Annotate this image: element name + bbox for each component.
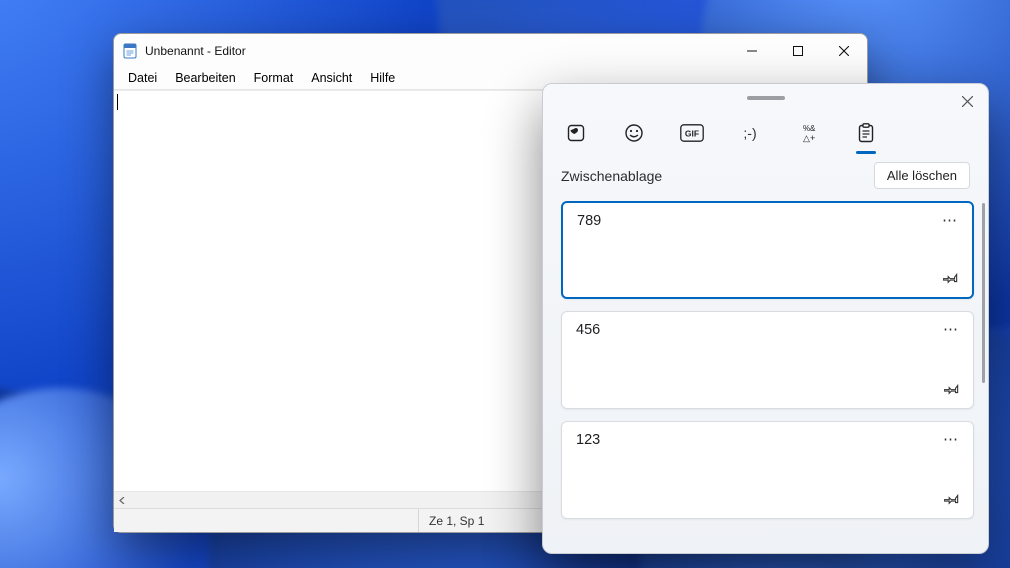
panel-scrollbar[interactable]	[982, 203, 985, 383]
svg-text:&: &	[810, 124, 816, 133]
panel-title: Zwischenablage	[561, 168, 662, 184]
pin-button[interactable]	[943, 380, 961, 398]
item-menu-button[interactable]: ⋯	[942, 211, 958, 229]
input-panel: GIF ;-) % & △ + Zwischenablage Alle lösc…	[542, 83, 989, 554]
tab-emoji[interactable]	[619, 118, 649, 148]
status-position: Ze 1, Sp 1	[418, 509, 494, 532]
clipboard-item[interactable]: 456 ⋯	[561, 311, 974, 409]
clipboard-list[interactable]: 789 ⋯ 456 ⋯ 123 ⋯	[543, 201, 988, 543]
window-title: Unbenannt - Editor	[145, 44, 246, 58]
menu-help[interactable]: Hilfe	[361, 69, 404, 87]
clipboard-item-text: 456	[576, 322, 959, 338]
panel-titlebar[interactable]	[543, 84, 988, 112]
drag-handle-icon[interactable]	[747, 96, 785, 100]
maximize-button[interactable]	[775, 35, 821, 66]
menu-file[interactable]: Datei	[119, 69, 166, 87]
minimize-button[interactable]	[729, 35, 775, 66]
menu-format[interactable]: Format	[245, 69, 303, 87]
pin-button[interactable]	[942, 269, 960, 287]
clipboard-item-text: 123	[576, 432, 959, 448]
tab-gif[interactable]: GIF	[677, 118, 707, 148]
tab-recent[interactable]	[561, 118, 591, 148]
item-menu-button[interactable]: ⋯	[943, 320, 959, 338]
close-button[interactable]	[821, 35, 867, 66]
clipboard-item[interactable]: 789 ⋯	[561, 201, 974, 299]
clipboard-item[interactable]: 123 ⋯	[561, 421, 974, 519]
tab-clipboard[interactable]	[851, 118, 881, 148]
panel-tabs: GIF ;-) % & △ +	[543, 112, 988, 158]
clear-all-button[interactable]: Alle löschen	[874, 162, 970, 189]
tab-symbols[interactable]: % & △ +	[793, 118, 823, 148]
tab-kaomoji[interactable]: ;-)	[735, 118, 765, 148]
text-caret	[117, 94, 118, 110]
svg-text:△: △	[803, 133, 810, 143]
pin-button[interactable]	[943, 490, 961, 508]
svg-text:+: +	[810, 133, 815, 143]
menu-view[interactable]: Ansicht	[302, 69, 361, 87]
titlebar[interactable]: Unbenannt - Editor	[114, 34, 867, 67]
notepad-icon	[122, 43, 138, 59]
panel-close-button[interactable]	[956, 90, 978, 112]
item-menu-button[interactable]: ⋯	[943, 430, 959, 448]
svg-text:GIF: GIF	[685, 129, 699, 139]
menu-edit[interactable]: Bearbeiten	[166, 69, 244, 87]
clipboard-item-text: 789	[577, 213, 958, 229]
scroll-left-icon[interactable]	[114, 492, 131, 509]
